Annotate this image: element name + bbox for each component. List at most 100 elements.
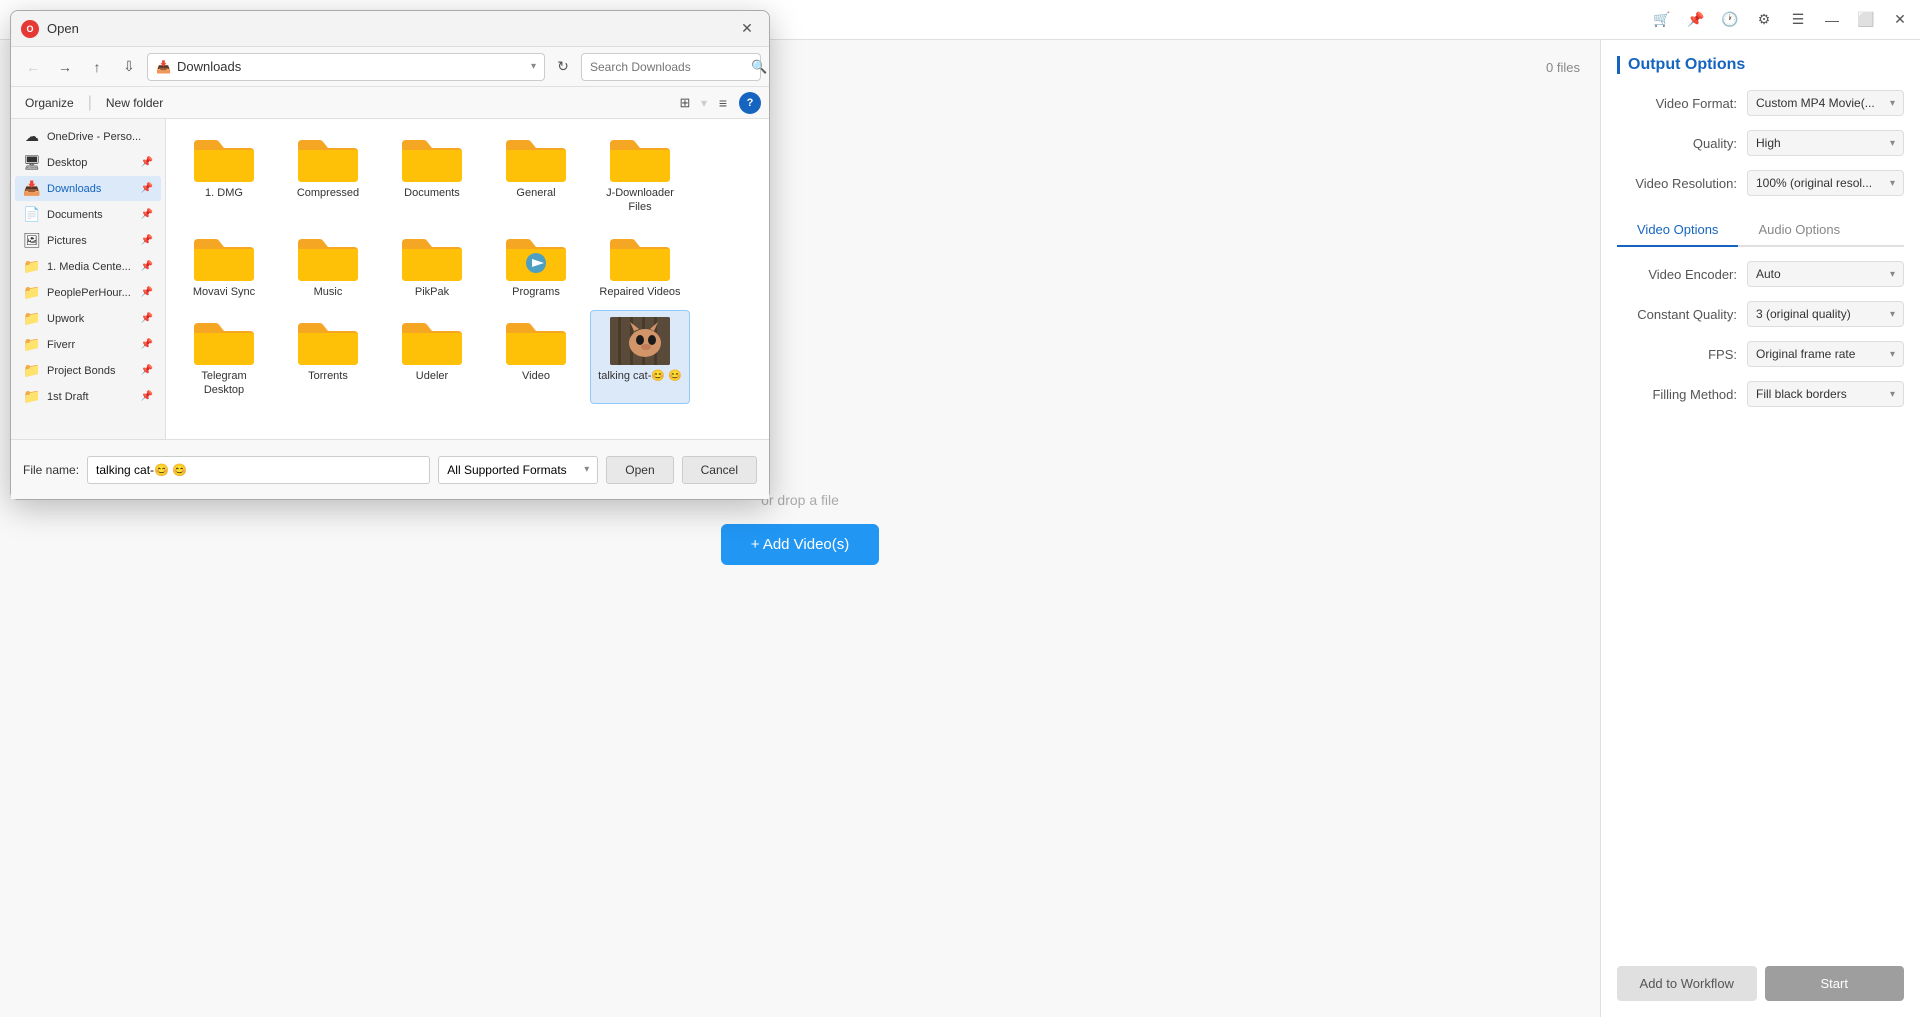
restore-icon[interactable]: ⬜ xyxy=(1856,10,1876,30)
sidebar-item-fiverr[interactable]: 📁 Fiverr 📌 xyxy=(15,332,161,357)
resolution-label: Video Resolution: xyxy=(1617,176,1747,191)
pictures-pin-icon: 📌 xyxy=(141,235,153,246)
sidebar-item-documents[interactable]: 📄 Documents 📌 xyxy=(15,202,161,227)
sidebar-item-onedrive[interactable]: ☁ OneDrive - Perso... xyxy=(15,124,161,149)
file-item-documents[interactable]: Documents xyxy=(382,127,482,222)
format-select[interactable]: All Supported Formats ▾ xyxy=(438,456,598,484)
sidebar-item-downloads[interactable]: 📥 Downloads 📌 xyxy=(15,176,161,201)
file-item-movavi[interactable]: Movavi Sync xyxy=(174,226,274,306)
add-to-workflow-button[interactable]: Add to Workflow xyxy=(1617,966,1757,1001)
start-button[interactable]: Start xyxy=(1765,966,1905,1001)
minimize-icon[interactable]: — xyxy=(1822,10,1842,30)
tab-audio-options[interactable]: Audio Options xyxy=(1738,214,1860,245)
sidebar-item-peopleperhour[interactable]: 📁 PeoplePerHour... 📌 xyxy=(15,280,161,305)
file-name-torrents: Torrents xyxy=(308,369,348,383)
sidebar-item-1st-draft[interactable]: 📁 1st Draft 📌 xyxy=(15,384,161,409)
constant-quality-label: Constant Quality: xyxy=(1617,307,1747,322)
add-video-button[interactable]: + Add Video(s) xyxy=(721,524,880,565)
draft-pin-icon: 📌 xyxy=(141,391,153,402)
constant-quality-select[interactable]: 3 (original quality) ▾ xyxy=(1747,301,1904,327)
resolution-arrow: ▾ xyxy=(1890,178,1895,189)
resolution-row: Video Resolution: 100% (original resol..… xyxy=(1617,170,1904,196)
file-name-programs: Programs xyxy=(512,285,560,299)
sidebar-item-media-center[interactable]: 📁 1. Media Cente... 📌 xyxy=(15,254,161,279)
up-button[interactable]: ↑ xyxy=(83,53,111,81)
help-button[interactable]: ? xyxy=(739,92,761,114)
refresh-button[interactable]: ↻ xyxy=(549,53,577,81)
fps-select[interactable]: Original frame rate ▾ xyxy=(1747,341,1904,367)
back-button[interactable]: ← xyxy=(19,53,47,81)
folder-icon-pikpak xyxy=(402,233,462,281)
sidebar-item-label-fiverr: Fiverr xyxy=(47,339,75,351)
search-input[interactable] xyxy=(590,60,745,74)
file-item-video[interactable]: Video xyxy=(486,310,586,405)
file-name-jdownloader: J-Downloader Files xyxy=(597,186,683,215)
file-item-compressed[interactable]: Compressed xyxy=(278,127,378,222)
view-dropdown[interactable]: ▾ xyxy=(701,96,707,110)
video-format-select[interactable]: Custom MP4 Movie(... ▾ xyxy=(1747,90,1904,116)
file-item-jdownloader[interactable]: J-Downloader Files xyxy=(590,127,690,222)
file-item-programs[interactable]: Programs xyxy=(486,226,586,306)
right-panel: Output Options Video Format: Custom MP4 … xyxy=(1600,40,1920,1017)
recent-button[interactable]: ⇩ xyxy=(115,53,143,81)
folder-icon-programs xyxy=(506,233,566,281)
encoder-select[interactable]: Auto ▾ xyxy=(1747,261,1904,287)
dialog-open-button[interactable]: Open xyxy=(606,456,673,484)
file-item-udeler[interactable]: Udeler xyxy=(382,310,482,405)
filling-method-select[interactable]: Fill black borders ▾ xyxy=(1747,381,1904,407)
pph-pin-icon: 📌 xyxy=(141,287,153,298)
file-item-music[interactable]: Music xyxy=(278,226,378,306)
file-item-telegram[interactable]: Telegram Desktop xyxy=(174,310,274,405)
file-item-dmg[interactable]: 1. DMG xyxy=(174,127,274,222)
organize-button[interactable]: Organize xyxy=(19,94,80,112)
sidebar-item-pictures[interactable]: 🖼 Pictures 📌 xyxy=(15,228,161,253)
dialog-app-icon: O xyxy=(21,20,39,38)
address-bar[interactable]: 📥 Downloads ▾ xyxy=(147,53,545,81)
search-icon: 🔍 xyxy=(751,59,767,75)
resolution-select[interactable]: 100% (original resol... ▾ xyxy=(1747,170,1904,196)
1st-draft-icon: 📁 xyxy=(23,388,41,405)
folder-icon-torrents xyxy=(298,317,358,365)
file-name-telegram: Telegram Desktop xyxy=(181,369,267,398)
gear-icon[interactable]: ⚙ xyxy=(1754,10,1774,30)
file-name-udeler: Udeler xyxy=(416,369,448,383)
forward-button[interactable]: → xyxy=(51,53,79,81)
dialog-cancel-button[interactable]: Cancel xyxy=(682,456,757,484)
details-view-button[interactable]: ≡ xyxy=(711,91,735,115)
pin-icon[interactable]: 📌 xyxy=(1686,10,1706,30)
clock-icon[interactable]: 🕐 xyxy=(1720,10,1740,30)
search-bar: 🔍 xyxy=(581,53,761,81)
file-name-movavi: Movavi Sync xyxy=(193,285,255,299)
menu-icon[interactable]: ☰ xyxy=(1788,10,1808,30)
quality-select[interactable]: High ▾ xyxy=(1747,130,1904,156)
file-name-video: Video xyxy=(522,369,550,383)
sidebar-item-desktop[interactable]: 🖥 Desktop 📌 xyxy=(15,150,161,175)
format-label: All Supported Formats xyxy=(447,463,566,477)
folder-icon-documents xyxy=(402,134,462,182)
file-item-repaired[interactable]: Repaired Videos xyxy=(590,226,690,306)
video-thumbnail-talking-cat: ✓ xyxy=(610,317,670,365)
desktop-pin-icon: 📌 xyxy=(141,157,153,168)
app-close-icon[interactable]: ✕ xyxy=(1890,10,1910,30)
tab-video-options[interactable]: Video Options xyxy=(1617,214,1738,247)
sidebar-item-upwork[interactable]: 📁 Upwork 📌 xyxy=(15,306,161,331)
dialog-close-button[interactable]: ✕ xyxy=(735,17,759,41)
sidebar-item-label-downloads: Downloads xyxy=(47,183,101,195)
onedrive-icon: ☁ xyxy=(23,128,41,145)
file-item-torrents[interactable]: Torrents xyxy=(278,310,378,405)
bottom-buttons: Add to Workflow Start xyxy=(1617,966,1904,1001)
cart-icon[interactable]: 🛒 xyxy=(1652,10,1672,30)
file-item-pikpak[interactable]: PikPak xyxy=(382,226,482,306)
sidebar-item-project-bonds[interactable]: 📁 Project Bonds 📌 xyxy=(15,358,161,383)
sidebar-item-label-upwork: Upwork xyxy=(47,313,84,325)
filename-input[interactable] xyxy=(87,456,430,484)
dialog-titlebar: O Open ✕ xyxy=(11,11,769,47)
new-folder-button[interactable]: New folder xyxy=(100,94,169,112)
sidebar-item-label-media: 1. Media Cente... xyxy=(47,261,131,273)
address-dropdown-arrow[interactable]: ▾ xyxy=(531,61,536,72)
file-item-talking-cat[interactable]: ✓ xyxy=(590,310,690,405)
file-item-general[interactable]: General xyxy=(486,127,586,222)
grid-view-button[interactable]: ⊞ xyxy=(673,91,697,115)
encoder-arrow: ▾ xyxy=(1890,269,1895,280)
pictures-sidebar-icon: 🖼 xyxy=(23,232,41,249)
